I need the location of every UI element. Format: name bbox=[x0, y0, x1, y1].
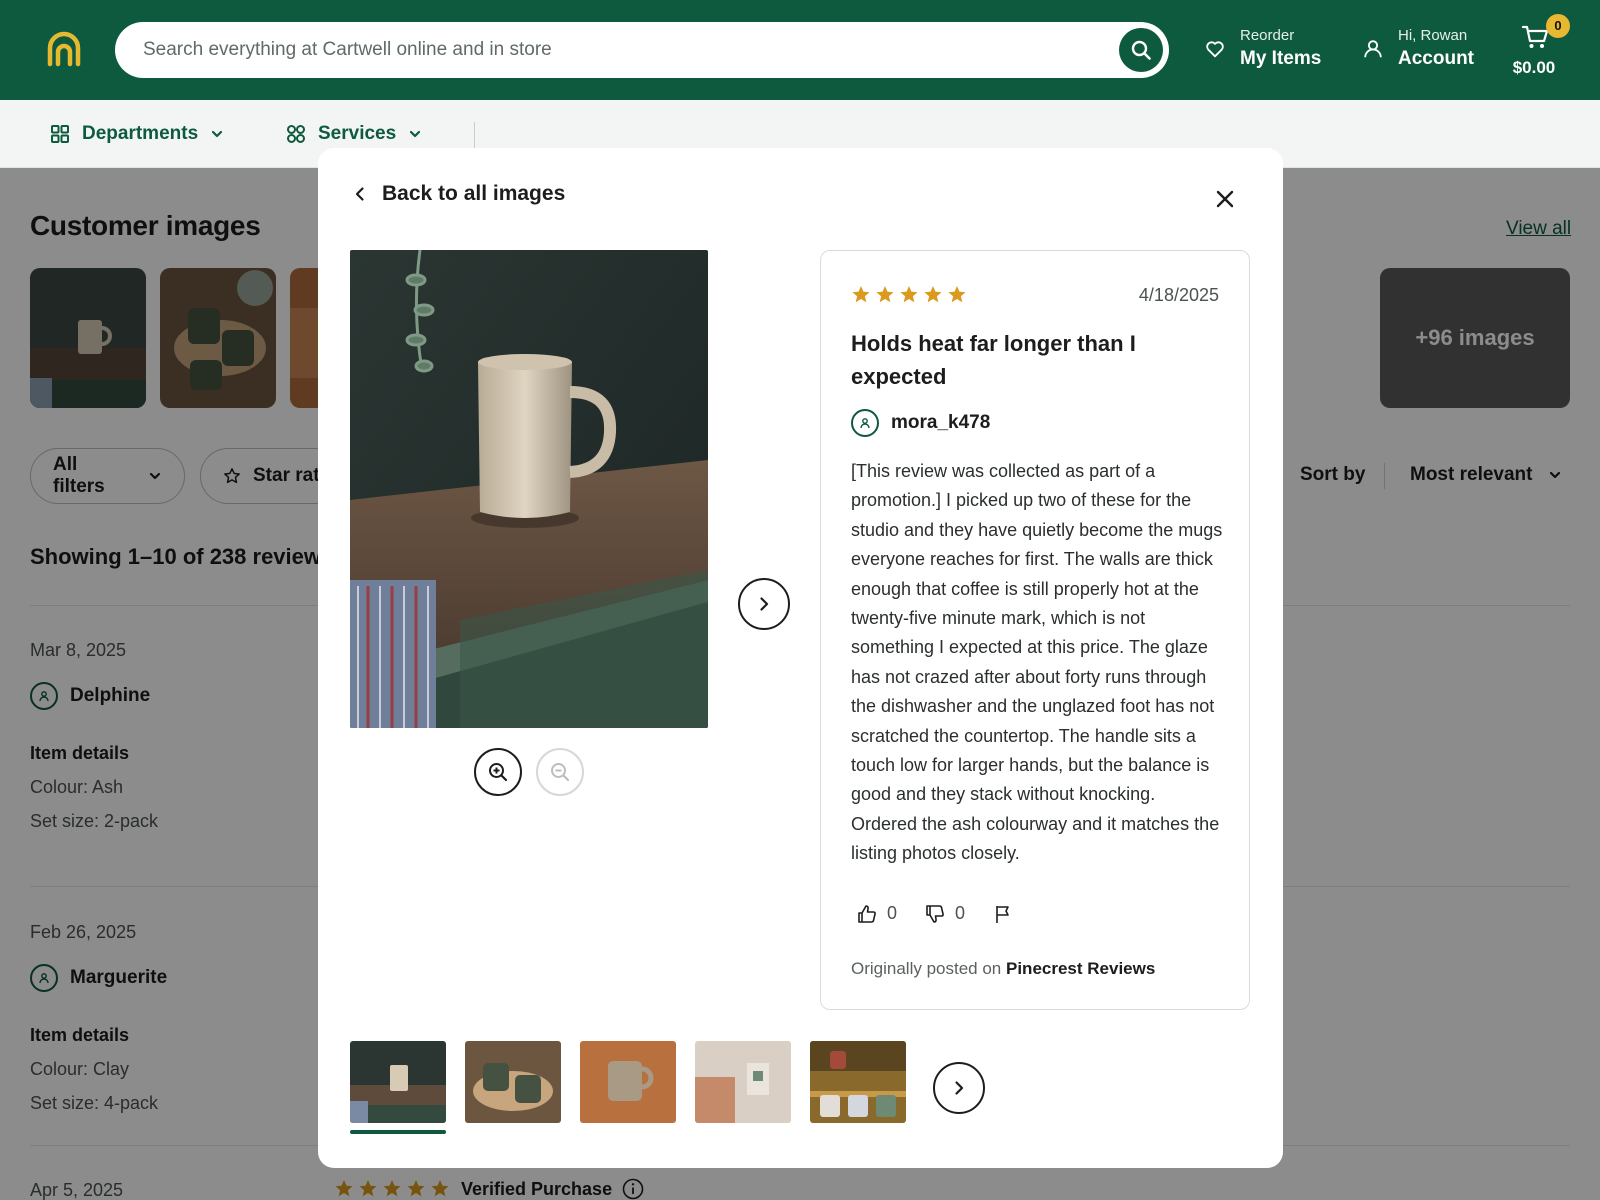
flag-icon[interactable] bbox=[993, 904, 1013, 924]
close-icon bbox=[1216, 190, 1234, 208]
account-greeting: Hi, Rowan bbox=[1398, 27, 1468, 44]
account-label: Account bbox=[1398, 48, 1474, 69]
zoom-in-button[interactable] bbox=[474, 748, 522, 796]
star-icon bbox=[876, 286, 894, 303]
next-thumbnails-button[interactable] bbox=[933, 1062, 985, 1114]
main-review-image bbox=[350, 250, 708, 728]
account-link[interactable]: Hi, Rowan Account bbox=[1362, 26, 1474, 72]
helpful-count: 0 bbox=[887, 903, 898, 923]
search-icon bbox=[1131, 40, 1151, 60]
cart-total: $0.00 bbox=[1512, 58, 1556, 77]
mug-photo-icon bbox=[350, 1041, 446, 1123]
site-header: Search everything at Cartwell online and… bbox=[0, 0, 1600, 100]
star-icon bbox=[900, 286, 918, 303]
cartwell-logo-icon[interactable] bbox=[44, 30, 84, 70]
star-rating bbox=[851, 285, 971, 305]
mug-photo-icon bbox=[465, 1041, 561, 1123]
search-input[interactable]: Search everything at Cartwell online and… bbox=[143, 22, 552, 78]
mug-photo-icon bbox=[580, 1041, 676, 1123]
search-bar[interactable]: Search everything at Cartwell online and… bbox=[115, 22, 1169, 78]
reorder-small-label: Reorder bbox=[1240, 27, 1295, 44]
review-source: Pinecrest Reviews bbox=[1006, 959, 1156, 978]
review-feedback: 0 0 bbox=[857, 903, 1013, 924]
review-author: mora_k478 bbox=[851, 409, 990, 437]
services-icon bbox=[287, 125, 305, 143]
star-icon bbox=[948, 286, 966, 303]
departments-label: Departments bbox=[82, 123, 199, 144]
user-icon bbox=[860, 418, 870, 429]
originally-posted: Originally posted on Pinecrest Reviews bbox=[851, 959, 1155, 979]
thumbs-down-icon[interactable] bbox=[925, 904, 945, 924]
heart-icon bbox=[1206, 41, 1224, 58]
image-viewer-modal: Back to all images 4/18/2025 Holds heat … bbox=[318, 148, 1283, 1168]
back-to-all-images-button[interactable]: Back to all images bbox=[352, 182, 565, 206]
review-date: 4/18/2025 bbox=[1138, 285, 1219, 305]
departments-menu[interactable]: Departments bbox=[50, 100, 224, 168]
chevron-left-icon bbox=[355, 187, 364, 201]
zoom-in-icon bbox=[489, 763, 508, 782]
subnav-divider bbox=[474, 122, 475, 148]
avatar bbox=[851, 409, 879, 437]
star-icon bbox=[852, 286, 870, 303]
mug-photo-icon bbox=[695, 1041, 791, 1123]
thumbnail-4[interactable] bbox=[695, 1041, 791, 1123]
grid-icon bbox=[51, 125, 69, 143]
user-icon bbox=[1364, 40, 1382, 58]
services-label: Services bbox=[318, 123, 397, 144]
chevron-right-icon bbox=[760, 597, 769, 611]
next-image-button[interactable] bbox=[738, 578, 790, 630]
mug-photo-icon bbox=[810, 1041, 906, 1123]
cart-count-badge: 0 bbox=[1546, 14, 1570, 38]
unhelpful-count: 0 bbox=[955, 903, 966, 923]
star-icon bbox=[924, 286, 942, 303]
mug-photo-icon bbox=[350, 250, 708, 728]
review-card: 4/18/2025 Holds heat far longer than I e… bbox=[820, 250, 1250, 1010]
cart-button[interactable]: 0 $0.00 bbox=[1502, 14, 1582, 84]
back-label: Back to all images bbox=[382, 182, 566, 205]
review-title: Holds heat far longer than I expected bbox=[851, 331, 1136, 389]
zoom-out-button[interactable] bbox=[536, 748, 584, 796]
thumbnail-5[interactable] bbox=[810, 1041, 906, 1123]
active-thumbnail-indicator bbox=[350, 1130, 446, 1134]
thumbnail-3[interactable] bbox=[580, 1041, 676, 1123]
close-button[interactable] bbox=[1210, 184, 1240, 214]
chevron-right-icon bbox=[955, 1081, 964, 1095]
zoom-out-icon bbox=[551, 763, 570, 782]
review-body: [This review was collected as part of a … bbox=[851, 461, 1223, 864]
chevron-down-icon bbox=[212, 130, 223, 138]
thumbs-up-icon[interactable] bbox=[857, 904, 877, 924]
thumbnail-1[interactable] bbox=[350, 1041, 446, 1123]
search-button[interactable] bbox=[1119, 28, 1163, 72]
reorder-link[interactable]: Reorder My Items bbox=[1204, 26, 1321, 72]
review-author-name: mora_k478 bbox=[891, 412, 991, 433]
thumbnail-2[interactable] bbox=[465, 1041, 561, 1123]
chevron-down-icon bbox=[410, 130, 421, 138]
reorder-big-label: My Items bbox=[1240, 48, 1322, 69]
originally-posted-label: Originally posted on bbox=[851, 959, 1002, 978]
